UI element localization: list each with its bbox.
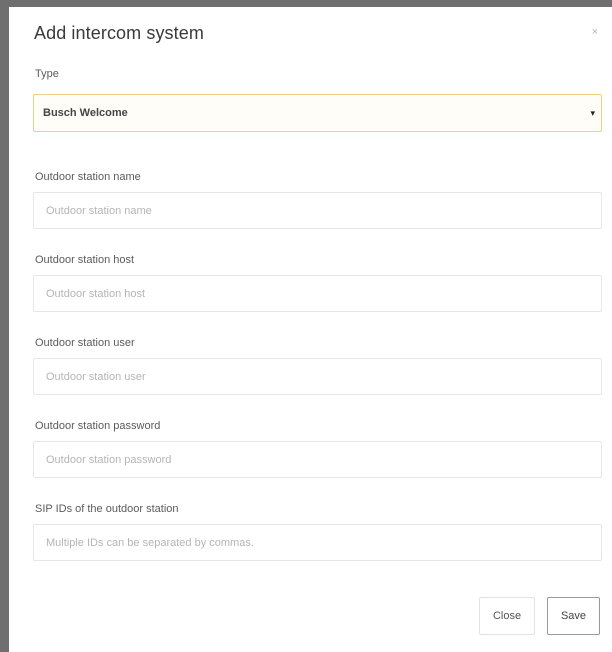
screen: Add intercom system × Type Busch Welcome… — [0, 0, 612, 652]
modal-backdrop-left — [0, 0, 9, 652]
outdoor-station-name-input[interactable]: Outdoor station name — [33, 192, 602, 229]
outdoor-station-name-label: Outdoor station name — [35, 171, 141, 183]
outdoor-station-password-input[interactable]: Outdoor station password — [33, 441, 602, 478]
sip-ids-label: SIP IDs of the outdoor station — [35, 503, 179, 515]
outdoor-station-host-placeholder: Outdoor station host — [46, 288, 146, 300]
dialog-title: Add intercom system — [34, 23, 204, 43]
outdoor-station-password-placeholder: Outdoor station password — [46, 454, 172, 466]
close-button[interactable]: Close — [479, 597, 535, 635]
modal-backdrop-top — [0, 0, 612, 7]
outdoor-station-host-input[interactable]: Outdoor station host — [33, 275, 602, 312]
add-intercom-dialog: Add intercom system × Type Busch Welcome… — [9, 7, 612, 652]
save-button[interactable]: Save — [547, 597, 600, 635]
chevron-down-icon: ▾ — [590, 108, 595, 118]
outdoor-station-user-label: Outdoor station user — [35, 337, 135, 349]
outdoor-station-name-placeholder: Outdoor station name — [46, 205, 152, 217]
sip-ids-input[interactable]: Multiple IDs can be separated by commas. — [33, 524, 602, 561]
type-select[interactable]: Busch Welcome ▾ — [33, 94, 602, 132]
outdoor-station-password-label: Outdoor station password — [35, 420, 161, 432]
sip-ids-placeholder: Multiple IDs can be separated by commas. — [46, 537, 254, 549]
type-select-value: Busch Welcome — [43, 107, 128, 119]
type-label: Type — [35, 68, 59, 80]
outdoor-station-user-placeholder: Outdoor station user — [46, 371, 146, 383]
outdoor-station-host-label: Outdoor station host — [35, 254, 135, 266]
outdoor-station-user-input[interactable]: Outdoor station user — [33, 358, 602, 395]
close-icon[interactable]: × — [592, 26, 598, 38]
